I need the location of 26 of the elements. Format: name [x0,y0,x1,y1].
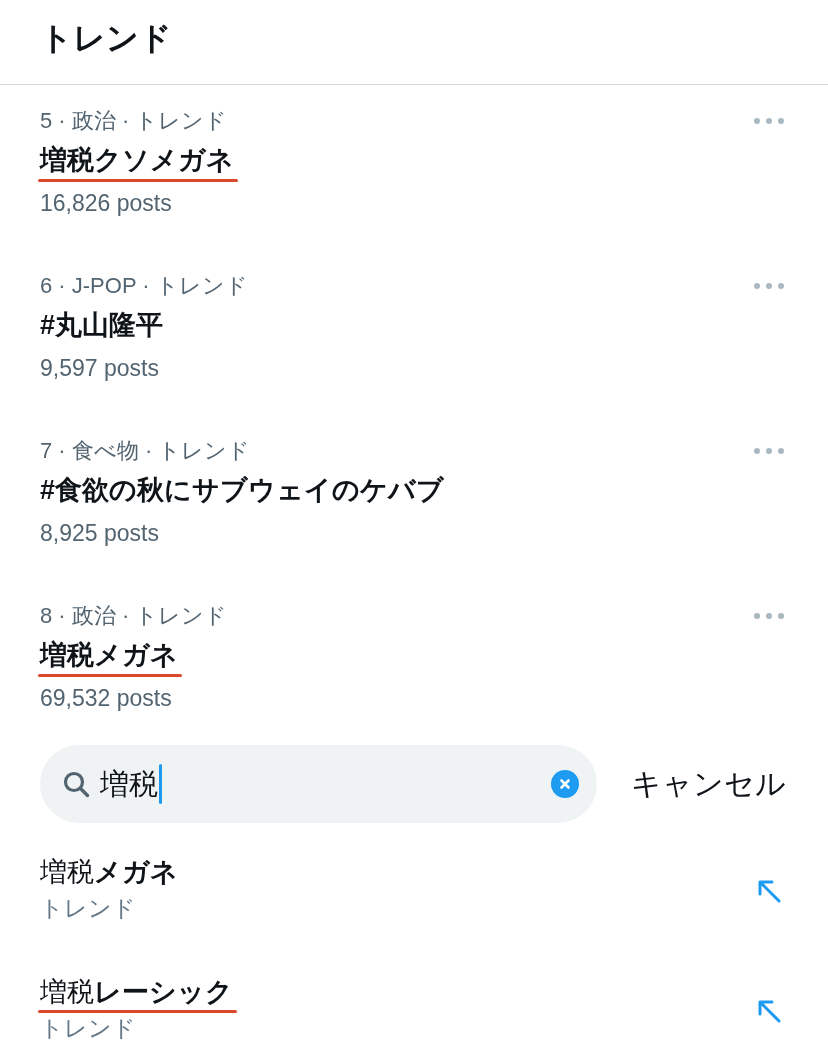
page-title: トレンド [40,19,172,58]
suggestion-title[interactable]: 増税メガネ [40,854,178,890]
trend-post-count: 16,826 posts [40,189,172,218]
trend-meta: 6 · J-POP · トレンド [40,272,248,300]
trend-meta: 7 · 食べ物 · トレンド [40,437,251,465]
more-icon[interactable] [754,613,784,619]
suggestion-title[interactable]: 増税レーシック [40,974,233,1010]
trend-meta: 5 · 政治 · トレンド [40,107,228,135]
more-icon[interactable] [754,448,784,454]
suggestion-subtitle: トレンド [40,894,136,923]
suggestion-subtitle: トレンド [40,1014,136,1043]
more-icon[interactable] [754,118,784,124]
search-icon [62,770,90,798]
trend-meta: 8 · 政治 · トレンド [40,602,228,630]
trend-title[interactable]: 増税メガネ [40,636,178,674]
clear-icon[interactable] [551,770,579,798]
trend-title[interactable]: 増税クソメガネ [40,141,234,179]
search-field[interactable]: 増税 [40,745,597,823]
trend-post-count: 9,597 posts [40,354,159,383]
more-icon[interactable] [754,283,784,289]
trend-title[interactable]: #丸山隆平 [40,306,164,344]
cancel-button[interactable]: キャンセル [631,765,786,803]
trend-post-count: 8,925 posts [40,519,159,548]
trend-post-count: 69,532 posts [40,684,172,713]
trend-title[interactable]: #食欲の秋にサブウェイのケバブ [40,471,445,509]
search-query: 増税 [100,767,158,802]
